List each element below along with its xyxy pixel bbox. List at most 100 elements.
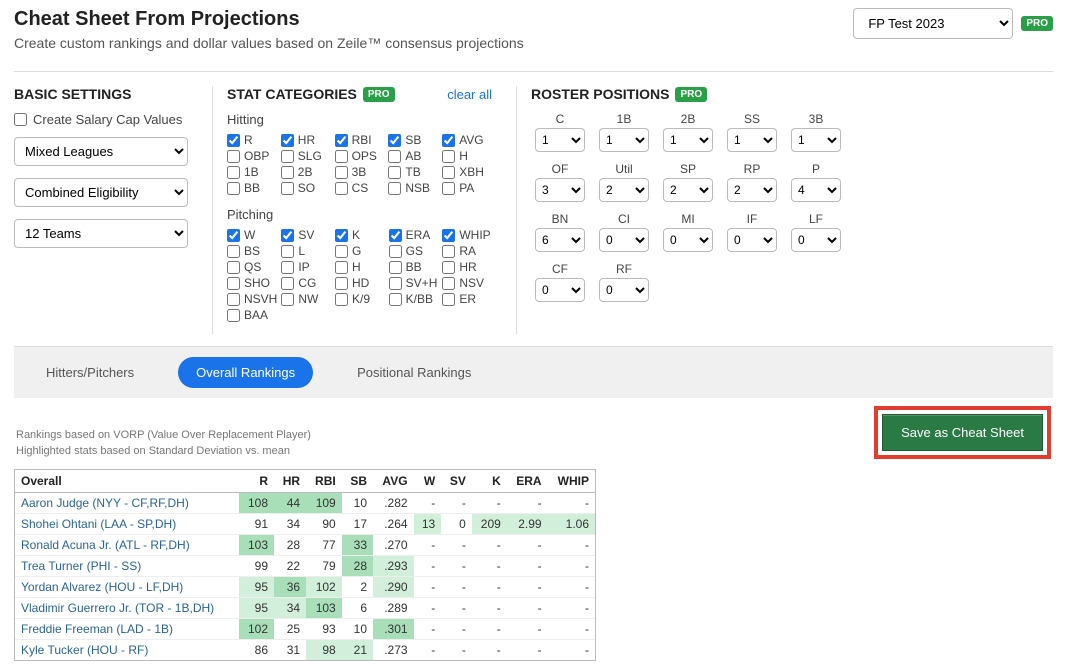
salary-cap-checkbox[interactable] — [14, 113, 27, 126]
hitting-stat-avg[interactable]: AVG — [442, 133, 492, 147]
player-name[interactable]: Ronald Acuna Jr. (ATL - RF,DH) — [15, 535, 239, 556]
pitching-stat-k/bb[interactable]: K/BB — [389, 292, 439, 306]
pitching-stat-nsv[interactable]: NSV — [442, 276, 492, 290]
pitching-checkbox-sv[interactable] — [281, 229, 294, 242]
pitching-checkbox-baa[interactable] — [227, 309, 240, 322]
hitting-stat-cs[interactable]: CS — [335, 181, 385, 195]
pitching-checkbox-k/bb[interactable] — [389, 293, 402, 306]
hitting-checkbox-cs[interactable] — [335, 182, 348, 195]
pitching-stat-k/9[interactable]: K/9 — [335, 292, 385, 306]
pitching-checkbox-sv+h[interactable] — [389, 277, 402, 290]
pitching-checkbox-cg[interactable] — [281, 277, 294, 290]
hitting-stat-sb[interactable]: SB — [388, 133, 438, 147]
pitching-stat-er[interactable]: ER — [442, 292, 492, 306]
hitting-stat-3b[interactable]: 3B — [335, 165, 385, 179]
hitting-stat-tb[interactable]: TB — [388, 165, 438, 179]
pitching-checkbox-k/9[interactable] — [335, 293, 348, 306]
pitching-checkbox-k[interactable] — [335, 229, 348, 242]
pitching-stat-baa[interactable]: BAA — [227, 308, 277, 322]
pitching-stat-sv[interactable]: SV — [281, 228, 331, 242]
player-name[interactable]: Vladimir Guerrero Jr. (TOR - 1B,DH) — [15, 598, 239, 619]
roster-select-bn[interactable]: 6 — [535, 228, 585, 252]
pitching-stat-w[interactable]: W — [227, 228, 277, 242]
pitching-stat-ra[interactable]: RA — [442, 244, 492, 258]
hitting-checkbox-1b[interactable] — [227, 166, 240, 179]
pitching-checkbox-hd[interactable] — [335, 277, 348, 290]
roster-select-rf[interactable]: 0 — [599, 278, 649, 302]
save-cheat-sheet-button[interactable]: Save as Cheat Sheet — [882, 414, 1043, 451]
pitching-checkbox-sho[interactable] — [227, 277, 240, 290]
roster-select-ci[interactable]: 0 — [599, 228, 649, 252]
hitting-stat-obp[interactable]: OBP — [227, 149, 277, 163]
roster-select-lf[interactable]: 0 — [791, 228, 841, 252]
hitting-checkbox-nsb[interactable] — [388, 182, 401, 195]
hitting-checkbox-ab[interactable] — [388, 150, 401, 163]
hitting-checkbox-3b[interactable] — [335, 166, 348, 179]
hitting-checkbox-h[interactable] — [442, 150, 455, 163]
hitting-checkbox-xbh[interactable] — [442, 166, 455, 179]
hitting-stat-1b[interactable]: 1B — [227, 165, 277, 179]
hitting-stat-xbh[interactable]: XBH — [442, 165, 492, 179]
hitting-stat-ops[interactable]: OPS — [335, 149, 385, 163]
pitching-checkbox-g[interactable] — [335, 245, 348, 258]
hitting-checkbox-2b[interactable] — [281, 166, 294, 179]
hitting-checkbox-hr[interactable] — [281, 134, 294, 147]
pitching-stat-whip[interactable]: WHIP — [442, 228, 492, 242]
player-name[interactable]: Yordan Alvarez (HOU - LF,DH) — [15, 577, 239, 598]
eligibility-select[interactable]: Combined Eligibility — [14, 178, 188, 207]
hitting-stat-bb[interactable]: BB — [227, 181, 277, 195]
projection-select[interactable]: FP Test 2023 — [853, 8, 1013, 39]
pitching-checkbox-whip[interactable] — [442, 229, 455, 242]
pitching-stat-h[interactable]: H — [335, 260, 385, 274]
hitting-checkbox-slg[interactable] — [281, 150, 294, 163]
roster-select-2b[interactable]: 1 — [663, 128, 713, 152]
hitting-checkbox-tb[interactable] — [388, 166, 401, 179]
pitching-stat-l[interactable]: L — [281, 244, 331, 258]
pitching-stat-cg[interactable]: CG — [281, 276, 331, 290]
pitching-stat-bs[interactable]: BS — [227, 244, 277, 258]
hitting-checkbox-r[interactable] — [227, 134, 240, 147]
hitting-stat-ab[interactable]: AB — [388, 149, 438, 163]
roster-select-rp[interactable]: 2 — [727, 178, 777, 202]
hitting-checkbox-avg[interactable] — [442, 134, 455, 147]
roster-select-if[interactable]: 0 — [727, 228, 777, 252]
pitching-checkbox-nw[interactable] — [281, 293, 294, 306]
tab-hitters-pitchers[interactable]: Hitters/Pitchers — [28, 357, 152, 388]
roster-select-of[interactable]: 3 — [535, 178, 585, 202]
player-name[interactable]: Trea Turner (PHI - SS) — [15, 556, 239, 577]
salary-cap-row[interactable]: Create Salary Cap Values — [14, 112, 188, 127]
player-name[interactable]: Aaron Judge (NYY - CF,RF,DH) — [15, 493, 239, 514]
league-select[interactable]: Mixed Leagues — [14, 137, 188, 166]
hitting-checkbox-ops[interactable] — [335, 150, 348, 163]
pitching-stat-nw[interactable]: NW — [281, 292, 331, 306]
pitching-stat-g[interactable]: G — [335, 244, 385, 258]
hitting-stat-so[interactable]: SO — [281, 181, 331, 195]
pitching-checkbox-er[interactable] — [442, 293, 455, 306]
pitching-stat-gs[interactable]: GS — [389, 244, 439, 258]
pitching-checkbox-bb[interactable] — [389, 261, 402, 274]
pitching-checkbox-l[interactable] — [281, 245, 294, 258]
pitching-checkbox-ip[interactable] — [281, 261, 294, 274]
hitting-stat-pa[interactable]: PA — [442, 181, 492, 195]
pitching-stat-sv+h[interactable]: SV+H — [389, 276, 439, 290]
hitting-stat-hr[interactable]: HR — [281, 133, 331, 147]
roster-select-ss[interactable]: 1 — [727, 128, 777, 152]
pitching-checkbox-h[interactable] — [335, 261, 348, 274]
pitching-checkbox-era[interactable] — [389, 229, 402, 242]
hitting-stat-r[interactable]: R — [227, 133, 277, 147]
hitting-stat-rbi[interactable]: RBI — [335, 133, 385, 147]
pitching-stat-hd[interactable]: HD — [335, 276, 385, 290]
roster-select-util[interactable]: 2 — [599, 178, 649, 202]
roster-select-1b[interactable]: 1 — [599, 128, 649, 152]
hitting-checkbox-rbi[interactable] — [335, 134, 348, 147]
pitching-stat-sho[interactable]: SHO — [227, 276, 277, 290]
clear-all-link[interactable]: clear all — [447, 87, 492, 102]
hitting-stat-nsb[interactable]: NSB — [388, 181, 438, 195]
pitching-stat-k[interactable]: K — [335, 228, 385, 242]
roster-select-3b[interactable]: 1 — [791, 128, 841, 152]
roster-select-mi[interactable]: 0 — [663, 228, 713, 252]
hitting-checkbox-bb[interactable] — [227, 182, 240, 195]
pitching-checkbox-nsv[interactable] — [442, 277, 455, 290]
tab-overall-rankings[interactable]: Overall Rankings — [178, 357, 313, 388]
roster-select-p[interactable]: 4 — [791, 178, 841, 202]
